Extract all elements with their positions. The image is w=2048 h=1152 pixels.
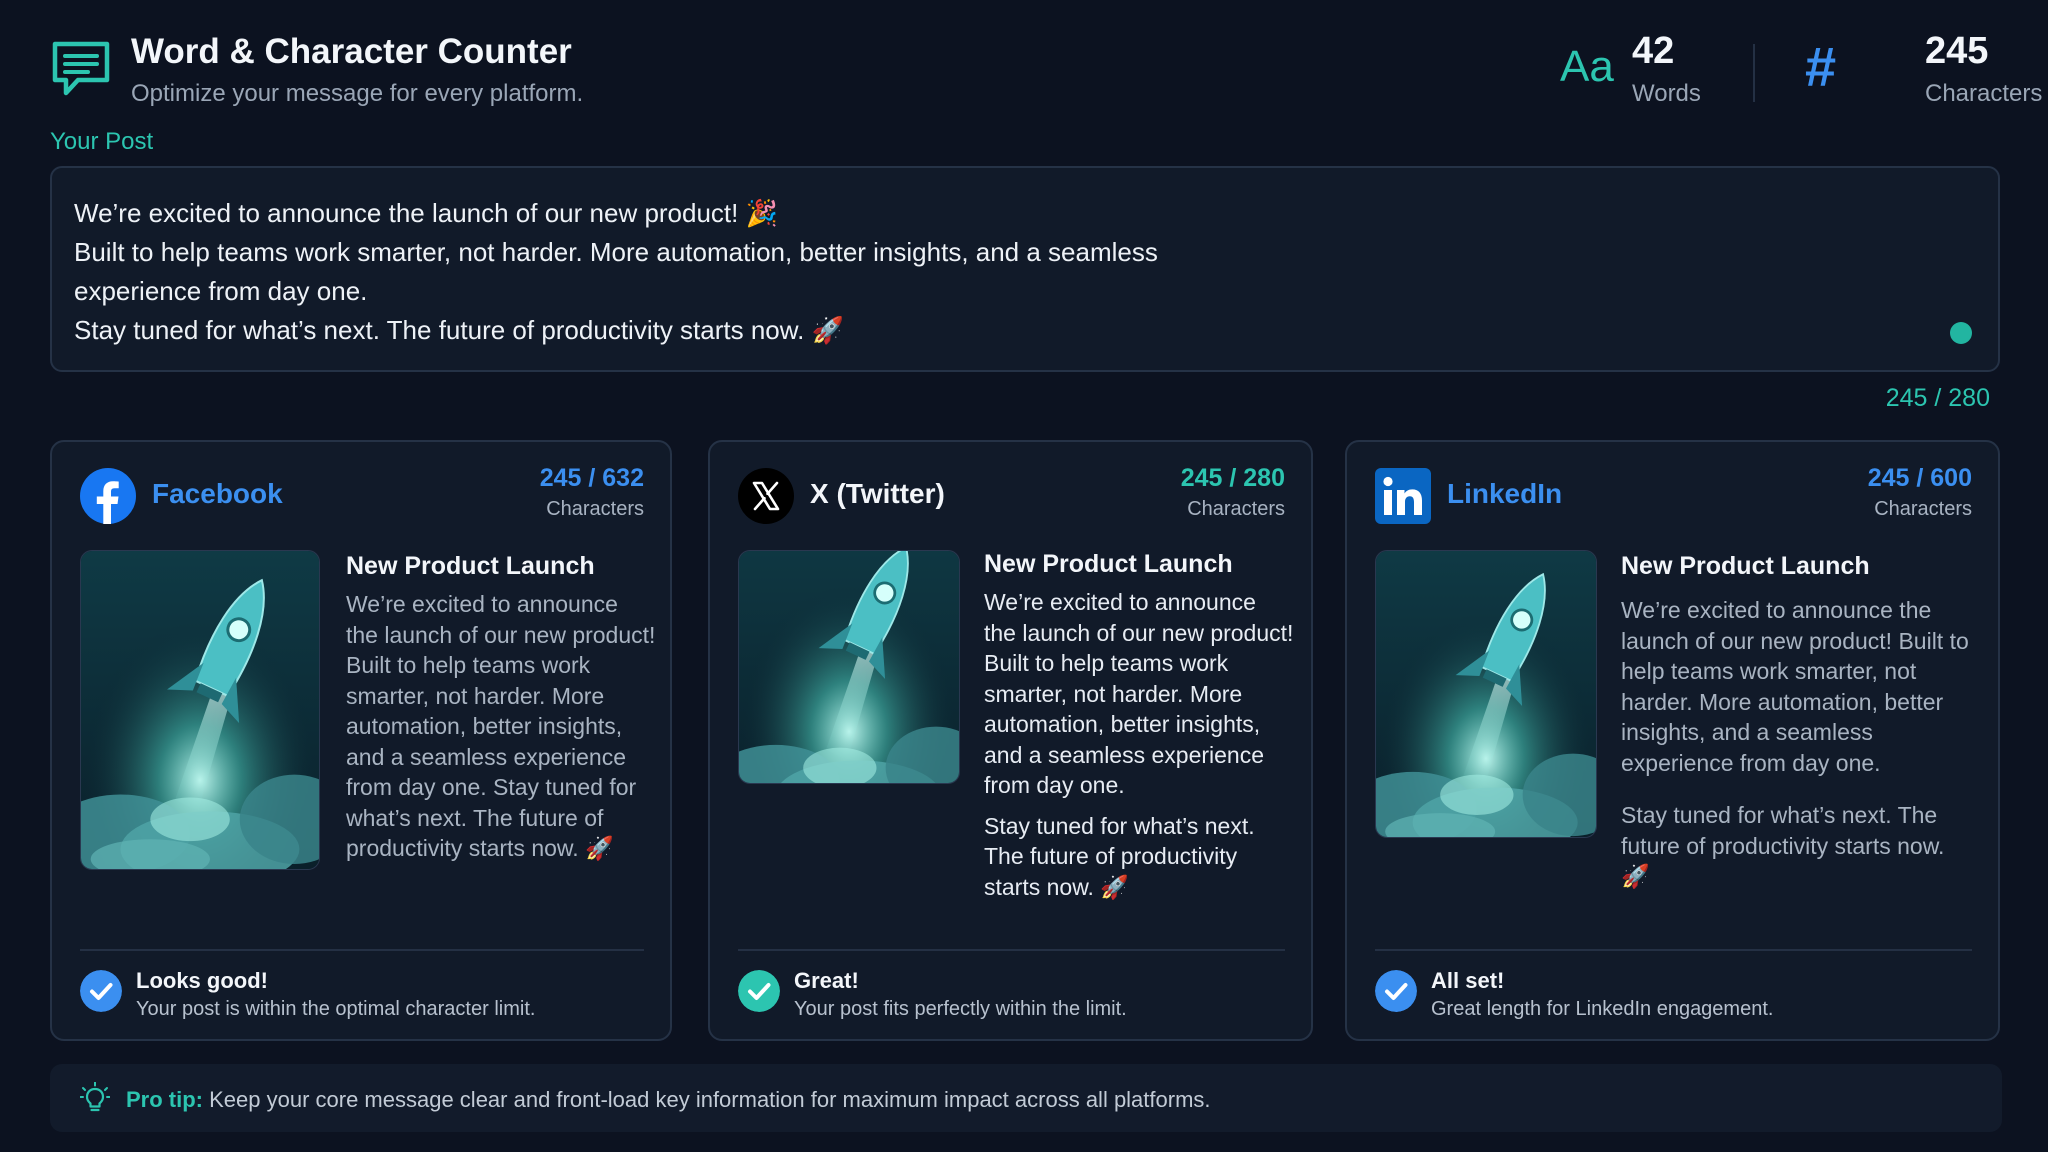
status-title: All set! xyxy=(1431,968,1505,993)
platform-character-label: Characters xyxy=(1874,498,1972,520)
preview-body: We’re excited to announce the launch of … xyxy=(984,587,1294,902)
linkedin-preview-card: LinkedIn 245 / 600 Characters New Produc… xyxy=(1345,440,2000,1041)
platform-name: LinkedIn xyxy=(1447,478,1563,509)
word-count-label: Words xyxy=(1632,80,1701,107)
pro-tip-message: Keep your core message clear and front-l… xyxy=(203,1087,1211,1112)
status-title: Great! xyxy=(794,968,859,993)
preview-headline: New Product Launch xyxy=(984,550,1233,578)
character-count-value: 245 xyxy=(1925,30,1989,72)
x-logo-icon xyxy=(738,468,794,524)
preview-headline: New Product Launch xyxy=(1621,552,1870,580)
post-line: experience from day one. xyxy=(74,276,368,306)
rocket-image xyxy=(80,550,320,870)
check-circle-icon xyxy=(80,970,122,1012)
hash-icon: # xyxy=(1805,35,1837,98)
pro-tip-label: Pro tip: xyxy=(126,1087,203,1112)
facebook-preview-card: Facebook 245 / 632 Characters New Produc… xyxy=(50,440,672,1041)
post-preview: New Product Launch We’re excited to anno… xyxy=(1621,552,1971,892)
app-title: Word & Character Counter xyxy=(131,32,572,71)
pro-tip-banner: Pro tip: Keep your core message clear an… xyxy=(50,1064,2002,1132)
font-icon: Aa xyxy=(1560,42,1614,91)
pro-tip-text: Pro tip: Keep your core message clear an… xyxy=(126,1087,1211,1113)
word-count-value: 42 xyxy=(1632,30,1675,72)
status-description: Your post is within the optimal characte… xyxy=(136,998,536,1020)
post-preview: New Product Launch We’re excited to anno… xyxy=(346,552,656,864)
word-count-stat: Aa 42 Words xyxy=(1560,28,1760,118)
post-character-count: 245 / 280 xyxy=(1885,384,1990,412)
preview-paragraph: We’re excited to announce the launch of … xyxy=(1621,597,1969,776)
post-preview: New Product Launch We’re excited to anno… xyxy=(984,550,1294,902)
facebook-logo-icon xyxy=(80,468,136,524)
app-subtitle: Optimize your message for every platform… xyxy=(131,80,584,107)
rocket-image xyxy=(738,550,960,784)
check-circle-icon xyxy=(738,970,780,1012)
platform-character-count: 245 / 600 xyxy=(1867,464,1972,492)
post-line: Stay tuned for what’s next. The future o… xyxy=(74,315,844,345)
check-circle-icon xyxy=(1375,970,1417,1012)
platform-character-label: Characters xyxy=(1187,498,1285,520)
app-header: Word & Character Counter Optimize your m… xyxy=(50,28,2042,118)
preview-body: We’re excited to announce the launch of … xyxy=(346,589,656,864)
card-divider xyxy=(738,949,1285,951)
post-input[interactable]: We’re excited to announce the launch of … xyxy=(50,166,2000,372)
chat-icon xyxy=(52,41,110,96)
platform-character-label: Characters xyxy=(546,498,644,520)
status-description: Your post fits perfectly within the limi… xyxy=(794,998,1127,1020)
preview-headline: New Product Launch xyxy=(346,552,595,580)
platform-character-count: 245 / 280 xyxy=(1180,464,1285,492)
post-label: Your Post xyxy=(50,128,154,155)
status-dot xyxy=(1950,322,1972,344)
platform-name: Facebook xyxy=(152,478,283,509)
card-divider xyxy=(80,949,644,951)
platform-name: X (Twitter) xyxy=(810,478,945,509)
lightbulb-icon xyxy=(80,1082,110,1112)
post-line: We’re excited to announce the launch of … xyxy=(74,198,778,228)
preview-paragraph: We’re excited to announce the launch of … xyxy=(346,591,656,861)
post-line: Built to help teams work smarter, not ha… xyxy=(74,237,1158,267)
preview-paragraph: Stay tuned for what’s next. The future o… xyxy=(1621,802,1945,889)
post-text[interactable]: We’re excited to announce the launch of … xyxy=(74,194,1374,350)
status-description: Great length for LinkedIn engagement. xyxy=(1431,998,1774,1020)
status-title: Looks good! xyxy=(136,968,268,993)
linkedin-logo-icon xyxy=(1375,468,1431,524)
preview-body: We’re excited to announce the launch of … xyxy=(1621,595,1971,892)
preview-paragraph: Stay tuned for what’s next. The future o… xyxy=(984,812,1255,900)
x-twitter-preview-card: X (Twitter) 245 / 280 Characters New Pro… xyxy=(708,440,1313,1041)
character-count-label: Characters xyxy=(1925,80,2043,107)
card-divider xyxy=(1375,949,1972,951)
preview-paragraph: We’re excited to announce the launch of … xyxy=(984,589,1294,798)
character-count-stat: # 245 Characters xyxy=(1805,28,2042,118)
stat-divider xyxy=(1753,44,1755,102)
platform-character-count: 245 / 632 xyxy=(539,464,644,492)
rocket-image xyxy=(1375,550,1597,838)
